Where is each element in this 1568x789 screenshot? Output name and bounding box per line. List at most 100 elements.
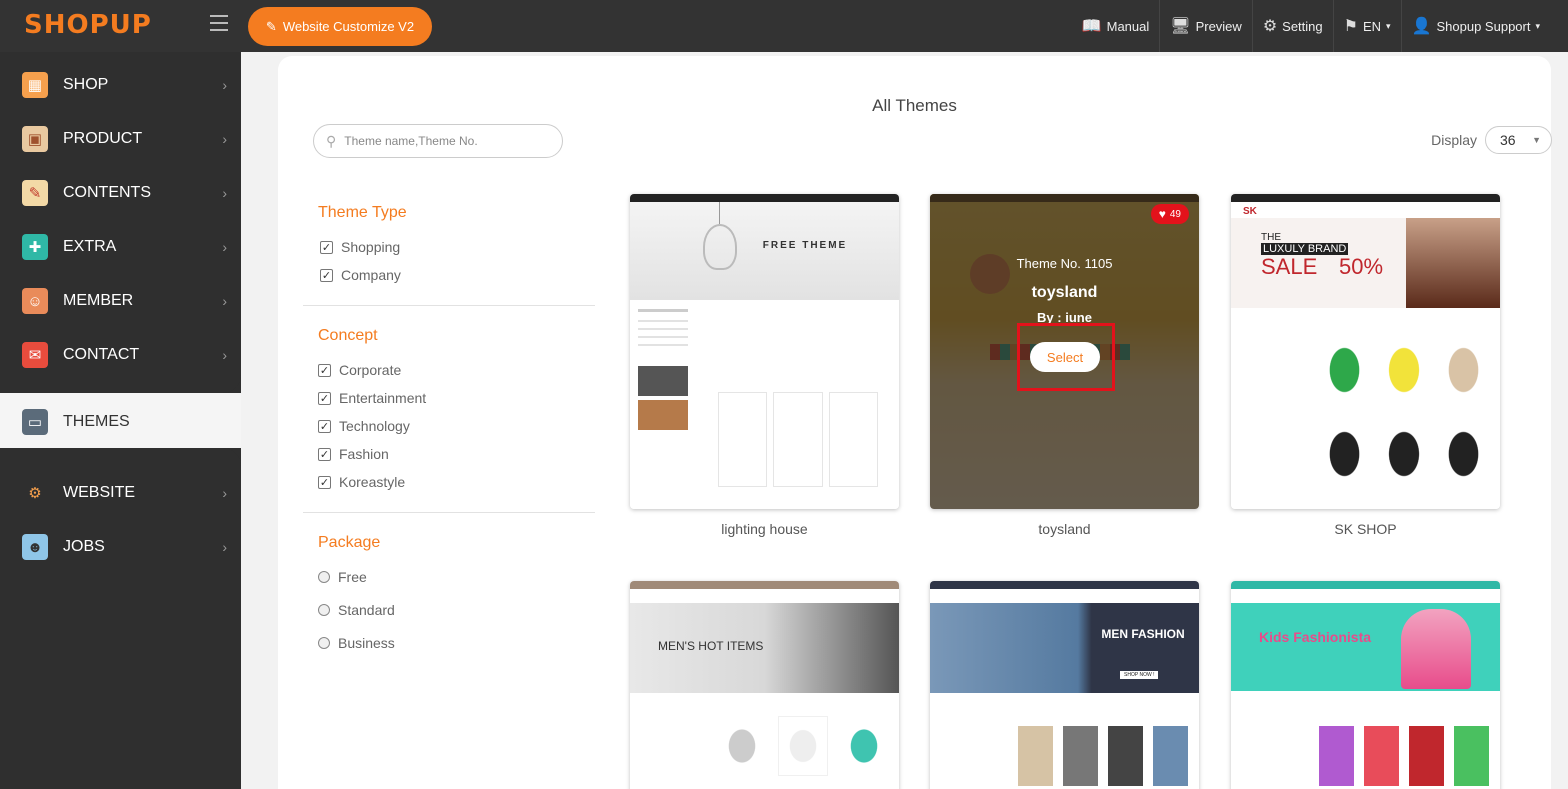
- theme-name: lighting house: [721, 521, 808, 537]
- filter-divider: [303, 512, 595, 513]
- theme-card-men-fashion[interactable]: MEN FASHION SHOP NOW !: [930, 581, 1199, 789]
- sidebar-item-label: WEBSITE: [63, 484, 136, 501]
- language-dropdown[interactable]: ⚑ EN ▾: [1332, 0, 1401, 52]
- magic-wand-icon: ✎: [265, 18, 277, 34]
- theme-card-sk-shop[interactable]: SK THE LUXULY BRAND SALE 50%: [1231, 194, 1500, 509]
- filter-option-label: Company: [341, 267, 401, 283]
- user-dropdown[interactable]: 👤 Shopup Support ▾: [1400, 0, 1550, 52]
- filter-option-business[interactable]: Business: [318, 635, 395, 651]
- filter-option-label: Business: [338, 635, 395, 651]
- caret-down-icon: ▾: [1535, 20, 1540, 31]
- checkbox-checked[interactable]: ✓: [318, 363, 331, 377]
- sidebar-item-label: THEMES: [63, 413, 130, 430]
- sidebar-item-label: CONTACT: [63, 346, 140, 363]
- preview-label: Preview: [1195, 18, 1242, 34]
- chevron-right-icon: ›: [222, 539, 227, 555]
- flag-icon: ⚑: [1343, 18, 1358, 35]
- sidebar-item-label: PRODUCT: [63, 130, 143, 147]
- sidebar-item-member[interactable]: ☺ MEMBER ›: [0, 274, 241, 328]
- caret-down-icon: ▾: [1386, 20, 1391, 31]
- filter-option-koreastyle[interactable]: ✓ Koreastyle: [318, 474, 405, 490]
- members-icon: ☺: [22, 288, 48, 314]
- sidebar-item-label: JOBS: [63, 538, 105, 555]
- thumb-hero: THE LUXULY BRAND SALE 50%: [1231, 218, 1500, 308]
- sidebar-item-product[interactable]: ▣ PRODUCT ›: [0, 112, 241, 166]
- radio-button[interactable]: [318, 604, 330, 616]
- thumb-hero-text: FREE THEME: [762, 240, 848, 251]
- manual-label: Manual: [1106, 18, 1150, 34]
- thumb-cord: [719, 202, 720, 224]
- filter-option-corporate[interactable]: ✓ Corporate: [318, 362, 401, 378]
- filter-option-fashion[interactable]: ✓ Fashion: [318, 446, 389, 462]
- sidebar-item-label: MEMBER: [63, 292, 134, 309]
- theme-card-mens-hot-items[interactable]: MEN'S HOT ITEMS: [630, 581, 899, 789]
- radio-button[interactable]: [318, 637, 330, 649]
- theme-number: Theme No. 1105: [1016, 256, 1113, 271]
- thumb-hero-text: SALE: [1261, 254, 1318, 279]
- checkbox-checked[interactable]: ✓: [320, 268, 333, 282]
- sidebar-item-website[interactable]: ⚙ WEBSITE ›: [0, 466, 241, 520]
- thumb-hero-text: MEN'S HOT ITEMS: [658, 639, 764, 653]
- sidebar-item-shop[interactable]: ▦ SHOP ›: [0, 58, 241, 112]
- filter-option-label: Free: [338, 569, 367, 585]
- checkbox-checked[interactable]: ✓: [320, 240, 333, 254]
- thumb-model-image: [1406, 218, 1500, 308]
- caret-down-icon: ▼: [1532, 135, 1541, 145]
- checkbox-checked[interactable]: ✓: [318, 475, 331, 489]
- filter-option-free[interactable]: Free: [318, 569, 367, 585]
- checkbox-checked[interactable]: ✓: [318, 391, 331, 405]
- theme-thumbnail: SK THE LUXULY BRAND SALE 50%: [1231, 194, 1500, 509]
- thumb-kids-image: [1401, 609, 1471, 689]
- setting-link[interactable]: ⚙ Setting: [1251, 0, 1333, 52]
- theme-card-toysland[interactable]: ♥ 49 Theme No. 1105 toysland By : iune S…: [930, 194, 1199, 509]
- gears-icon: ⚙: [28, 485, 42, 502]
- highlight-box: [1017, 323, 1115, 391]
- thumb-hero: MEN'S HOT ITEMS: [630, 603, 899, 693]
- thumb-nav-bar: [630, 194, 899, 202]
- checkbox-checked[interactable]: ✓: [318, 419, 331, 433]
- filter-option-technology[interactable]: ✓ Technology: [318, 418, 410, 434]
- top-bar: SHOPUP ✎ Website Customize V2 📖 Manual 🖥…: [0, 0, 1568, 52]
- thumb-hero: MEN FASHION SHOP NOW !: [930, 603, 1199, 693]
- chevron-right-icon: ›: [222, 293, 227, 309]
- filter-option-shopping[interactable]: ✓ Shopping: [320, 239, 400, 255]
- filter-option-label: Standard: [338, 602, 395, 618]
- sidebar-item-contents[interactable]: ✎ CONTENTS ›: [0, 166, 241, 220]
- thumb-hero-text: 50%: [1339, 254, 1384, 279]
- preview-link[interactable]: 🖥 Preview: [1159, 0, 1252, 52]
- search-input[interactable]: [344, 134, 545, 148]
- theme-card-lighting-house[interactable]: FREE THEME: [630, 194, 899, 509]
- website-customize-button[interactable]: ✎ Website Customize V2: [248, 7, 432, 46]
- chevron-right-icon: ›: [222, 239, 227, 255]
- gear-icon: ⚙: [1262, 18, 1278, 35]
- theme-card-kids-fashionista[interactable]: Kids Fashionista: [1231, 581, 1500, 789]
- radio-button[interactable]: [318, 571, 330, 583]
- shopup-logo[interactable]: SHOPUP: [24, 10, 152, 40]
- filter-option-label: Entertainment: [339, 390, 427, 406]
- theme-search[interactable]: ⚲: [313, 124, 563, 158]
- lightbulb-icon: [703, 224, 737, 270]
- likes-count: 49: [1169, 208, 1181, 220]
- manual-link[interactable]: 📖 Manual: [1072, 0, 1160, 52]
- document-icon: ✎: [22, 180, 48, 206]
- mail-phone-icon: ✉: [22, 342, 48, 368]
- sidebar-item-contact[interactable]: ✉ CONTACT ›: [0, 328, 241, 382]
- filter-option-company[interactable]: ✓ Company: [320, 267, 401, 283]
- theme-thumbnail: FREE THEME: [630, 194, 899, 509]
- thumb-nav-bar: [1231, 581, 1500, 589]
- likes-badge[interactable]: ♥ 49: [1150, 204, 1189, 224]
- sidebar-item-themes[interactable]: ▭ THEMES: [4, 397, 241, 447]
- display-select[interactable]: 36 ▼: [1485, 126, 1552, 154]
- filter-option-entertainment[interactable]: ✓ Entertainment: [318, 390, 426, 406]
- sidebar-item-extra[interactable]: ✚ EXTRA ›: [0, 220, 241, 274]
- thumb-hero-text: MEN FASHION: [1101, 627, 1185, 641]
- filter-option-label: Koreastyle: [339, 474, 406, 490]
- checkbox-checked[interactable]: ✓: [318, 447, 331, 461]
- thumb-product-grid: [1319, 332, 1489, 492]
- main-area: All Themes ⚲ Display 36 ▼ Theme Type ✓ S…: [241, 52, 1568, 789]
- sidebar-item-jobs[interactable]: ☻ JOBS ›: [0, 520, 241, 574]
- theme-thumbnail: Kids Fashionista: [1231, 581, 1500, 789]
- filter-option-standard[interactable]: Standard: [318, 602, 395, 618]
- hamburger-menu-icon[interactable]: [210, 15, 228, 31]
- monitor-icon: ▭: [22, 409, 48, 435]
